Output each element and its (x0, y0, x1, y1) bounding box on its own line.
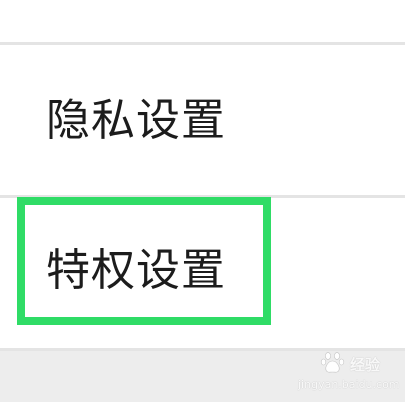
previous-settings-row (0, 0, 405, 42)
baidu-paw-icon (320, 352, 345, 373)
privacy-settings-item[interactable]: 隐私设置 (0, 45, 405, 195)
permission-settings-label: 特权设置 (46, 245, 226, 296)
watermark-brand: 经验 (350, 356, 381, 374)
privacy-settings-label: 隐私设置 (46, 95, 226, 146)
permission-settings-item[interactable]: 特权设置 (0, 198, 405, 348)
baidu-jingyan-watermark: 经验 jingyan.baidu.com (290, 348, 400, 398)
watermark-site: jingyan.baidu.com (298, 378, 400, 391)
